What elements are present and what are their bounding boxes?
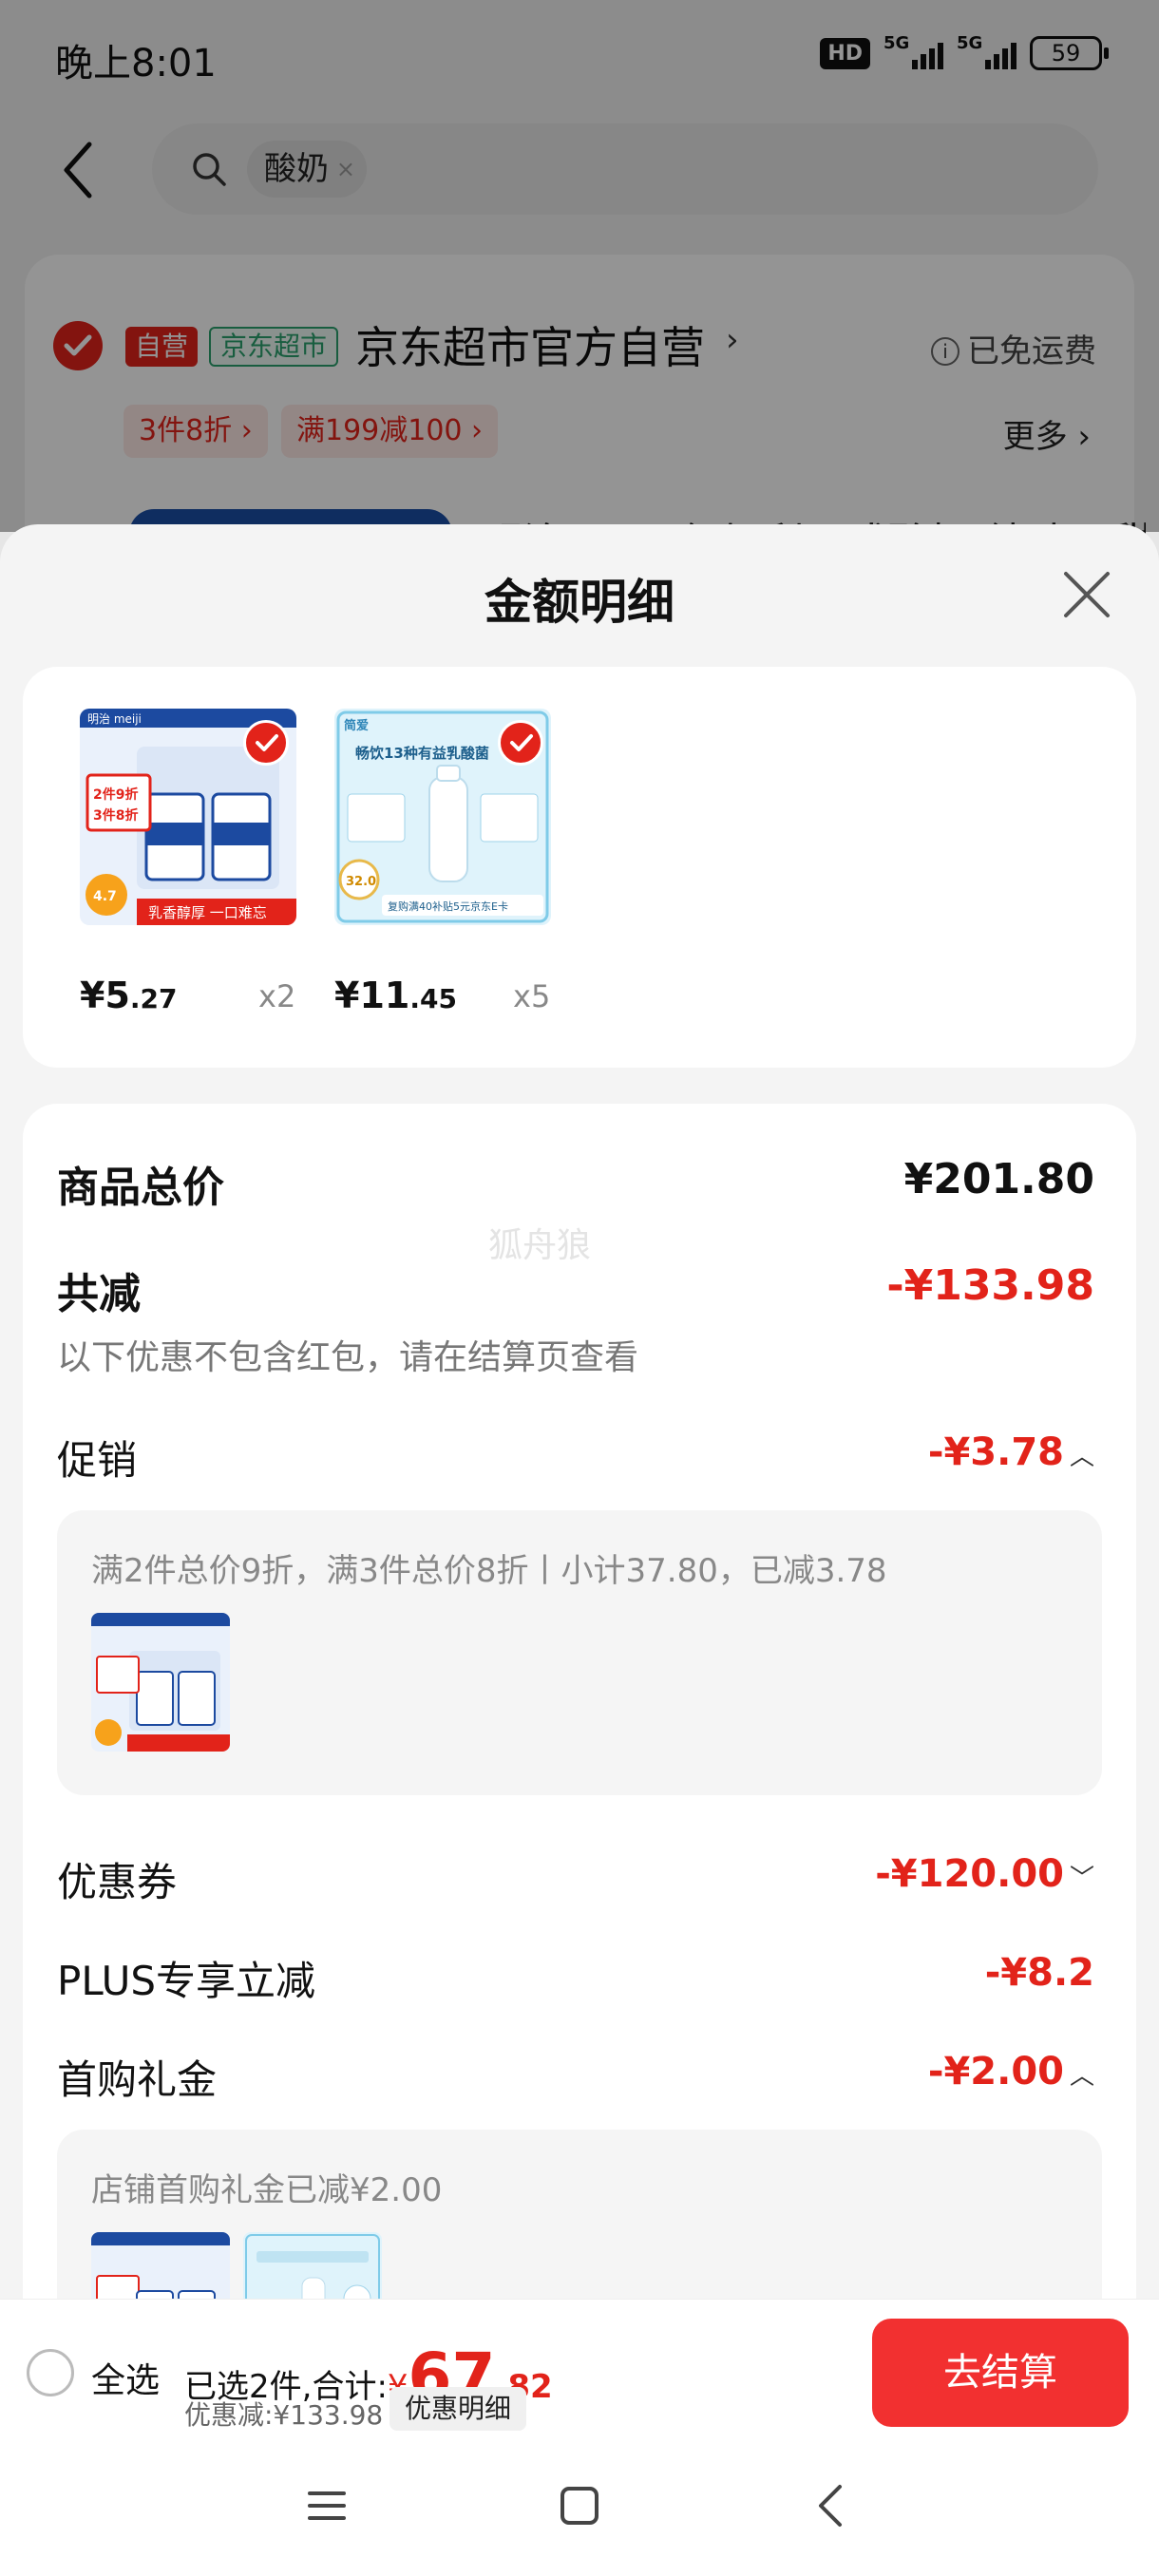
check-icon[interactable] xyxy=(498,720,543,766)
svg-text:乳香醇厚 一口难忘: 乳香醇厚 一口难忘 xyxy=(148,904,267,921)
discount-value: -¥133.98 xyxy=(886,1261,1094,1310)
svg-text:复购满40补贴5元京东E卡: 复购满40补贴5元京东E卡 xyxy=(388,900,508,913)
chevron-down-icon: ﹀ xyxy=(1069,1865,1094,1893)
promotion-label: 促销 xyxy=(57,1437,138,1484)
sheet-title: 金额明细 xyxy=(484,575,674,630)
product-image-meiji[interactable]: 明治 meiji 2件9折 3件8折 4.7 乳香醇厚 一口难忘 xyxy=(80,709,296,925)
total-price-label: 商品总价 xyxy=(57,1164,224,1212)
promotion-value[interactable]: -¥3.78 ︿ xyxy=(928,1430,1094,1474)
checkout-bar: 全选 已选2件,合计:¥67.82 优惠减:¥133.98 优惠明细 去结算 xyxy=(0,2299,1159,2441)
svg-text:明治 meiji: 明治 meiji xyxy=(87,712,142,726)
product-qty: x5 xyxy=(513,978,551,1014)
amount-detail-card: 狐舟狼 商品总价 ¥201.80 共减 -¥133.98 以下优惠不包含红包，请… xyxy=(23,1104,1136,2299)
svg-text:3件8折: 3件8折 xyxy=(93,807,138,824)
watermark: 狐舟狼 xyxy=(488,1226,592,1265)
first-buy-product-thumb xyxy=(91,2232,230,2299)
promotion-detail-text: 满2件总价9折，满3件总价8折丨小计37.80，已减3.78 xyxy=(91,1552,887,1590)
discount-label: 共减 xyxy=(57,1270,141,1318)
saved-amount: 优惠减:¥133.98 xyxy=(184,2399,384,2431)
product-price: ¥5.27 xyxy=(80,975,178,1016)
system-nav-bar xyxy=(0,2441,1159,2576)
svg-text:4.7: 4.7 xyxy=(93,889,117,904)
select-all-label[interactable]: 全选 xyxy=(91,2353,160,2402)
product-price: ¥11.45 xyxy=(334,975,457,1016)
coupon-label: 优惠券 xyxy=(57,1859,178,1905)
back-triangle-icon[interactable] xyxy=(804,2477,861,2534)
product-item: 明治 meiji 2件9折 3件8折 4.7 乳香醇厚 一口难忘 ¥5.27 x… xyxy=(80,709,300,1016)
amount-detail-sheet: 金额明细 明治 meiji 2件9折 3件8折 4.7 乳香醇厚 一口难忘 ¥5… xyxy=(0,524,1159,2299)
menu-icon[interactable] xyxy=(298,2477,355,2534)
svg-text:32.0: 32.0 xyxy=(346,875,376,889)
first-buy-value[interactable]: -¥2.00 ︿ xyxy=(928,2050,1094,2093)
promotion-detail-box: 满2件总价9折，满3件总价8折丨小计37.80，已减3.78 xyxy=(57,1510,1102,1795)
svg-text:2件9折: 2件9折 xyxy=(93,786,138,803)
product-image-jianai[interactable]: 简爱 畅饮13种有益乳酸菌 32.0 复购满40补贴5元京东E卡 xyxy=(334,709,551,925)
total-price-value: ¥201.80 xyxy=(903,1155,1094,1203)
modal-overlay[interactable] xyxy=(0,0,1159,532)
coupon-value[interactable]: -¥120.00 ﹀ xyxy=(875,1852,1094,1896)
svg-text:畅饮13种有益乳酸菌: 畅饮13种有益乳酸菌 xyxy=(355,745,489,762)
selected-products: 明治 meiji 2件9折 3件8折 4.7 乳香醇厚 一口难忘 ¥5.27 x… xyxy=(23,667,1136,1068)
plus-value: -¥8.2 xyxy=(984,1951,1094,1995)
first-buy-label: 首购礼金 xyxy=(57,2056,218,2103)
first-buy-detail-text: 店铺首购礼金已减¥2.00 xyxy=(91,2171,443,2209)
product-qty: x2 xyxy=(258,978,296,1014)
svg-text:简爱: 简爱 xyxy=(344,718,369,733)
promotion-product-thumb xyxy=(91,1613,230,1752)
home-square-icon[interactable] xyxy=(551,2477,608,2534)
select-all-radio[interactable] xyxy=(27,2349,74,2396)
check-icon[interactable] xyxy=(243,720,289,766)
first-buy-product-thumb xyxy=(243,2232,382,2299)
chevron-up-icon: ︿ xyxy=(1069,1443,1094,1471)
product-item: 简爱 畅饮13种有益乳酸菌 32.0 复购满40补贴5元京东E卡 ¥11.45 … xyxy=(334,709,555,1016)
chevron-up-icon: ︿ xyxy=(1069,2062,1094,2091)
discount-note: 以下优惠不包含红包，请在结算页查看 xyxy=(57,1338,639,1377)
close-icon[interactable] xyxy=(1060,568,1113,621)
checkout-button[interactable]: 去结算 xyxy=(872,2319,1129,2427)
discount-detail-button[interactable]: 优惠明细 xyxy=(390,2387,527,2431)
plus-label: PLUS专享立减 xyxy=(57,1958,316,2004)
first-buy-detail-box: 店铺首购礼金已减¥2.00 xyxy=(57,2130,1102,2299)
